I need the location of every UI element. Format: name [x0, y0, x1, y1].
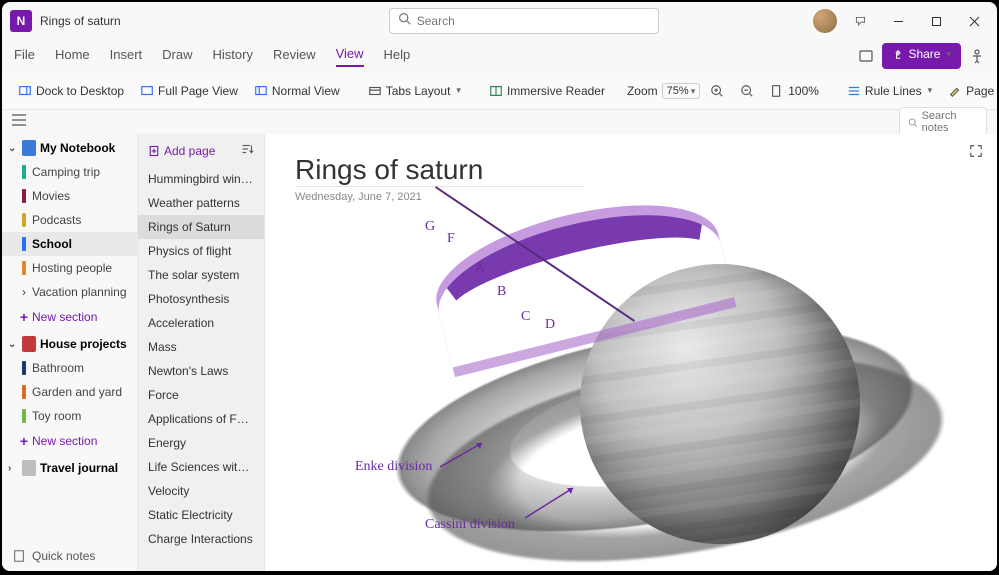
page-date: Wednesday, June 7, 2021: [295, 191, 967, 203]
page-item[interactable]: Mass: [138, 335, 264, 359]
main-content: ⌄My NotebookCamping tripMoviesPodcastsSc…: [2, 134, 997, 571]
notebook-sidebar: ⌄My NotebookCamping tripMoviesPodcastsSc…: [2, 134, 137, 571]
label-cassini: Cassini division: [425, 517, 515, 533]
menu-draw[interactable]: Draw: [162, 47, 192, 66]
add-page-button[interactable]: Add page: [148, 144, 215, 158]
maximize-button[interactable]: [921, 6, 951, 36]
label-c: C: [521, 309, 530, 325]
menu-home[interactable]: Home: [55, 47, 90, 66]
menu-history[interactable]: History: [213, 47, 253, 66]
immersive-reader-button[interactable]: Immersive Reader: [483, 80, 611, 102]
page-item[interactable]: Photosynthesis: [138, 287, 264, 311]
tabs-layout-button[interactable]: Tabs Layout▾: [362, 80, 467, 102]
page-item[interactable]: Static Electricity: [138, 503, 264, 527]
minimize-button[interactable]: [883, 6, 913, 36]
section-item[interactable]: Podcasts: [2, 208, 137, 232]
page-item[interactable]: Weather patterns: [138, 191, 264, 215]
label-enke: Enke division: [355, 459, 432, 475]
chevron-down-icon: ▾: [946, 49, 951, 64]
menu-bar: File Home Insert Draw History Review Vie…: [2, 40, 997, 72]
ribbon-view: Dock to Desktop Full Page View Normal Vi…: [2, 72, 997, 110]
saturn-drawing: G F A B C D Enke division Cassini divisi…: [345, 229, 965, 571]
section-item[interactable]: ›Vacation planning: [2, 280, 137, 304]
page-item[interactable]: Newton's Laws: [138, 359, 264, 383]
chevron-down-icon: ▾: [456, 85, 461, 96]
section-item[interactable]: School: [2, 232, 137, 256]
page-item[interactable]: Acceleration: [138, 311, 264, 335]
page-title[interactable]: Rings of saturn: [295, 154, 585, 187]
chevron-down-icon: ▾: [928, 85, 933, 96]
menu-file[interactable]: File: [14, 47, 35, 66]
quick-notes-button[interactable]: Quick notes: [2, 541, 137, 571]
zoom-percent[interactable]: 75%▾: [662, 83, 701, 99]
page-item[interactable]: Force: [138, 383, 264, 407]
notebook-header[interactable]: ⌄House projects: [2, 330, 137, 356]
user-avatar[interactable]: [813, 9, 837, 33]
section-item[interactable]: Movies: [2, 184, 137, 208]
share-button[interactable]: Share ▾: [882, 43, 961, 69]
close-button[interactable]: [959, 6, 989, 36]
new-section-button[interactable]: +New section: [2, 304, 137, 330]
rule-lines-button[interactable]: Rule Lines▾: [841, 80, 938, 102]
full-page-view-button[interactable]: Full Page View: [134, 80, 244, 102]
menu-insert[interactable]: Insert: [110, 47, 143, 66]
section-item[interactable]: Garden and yard: [2, 380, 137, 404]
page-item[interactable]: Charge Interactions: [138, 527, 264, 551]
search-notes-input[interactable]: Search notes: [899, 107, 987, 137]
dock-to-desktop-button[interactable]: Dock to Desktop: [12, 80, 130, 102]
util-row: Search notes: [2, 110, 997, 134]
label-b: B: [497, 284, 506, 300]
feed-icon[interactable]: [858, 48, 874, 64]
notebook-header[interactable]: ⌄My Notebook: [2, 134, 137, 160]
arrow-enke: [440, 439, 490, 469]
section-item[interactable]: Bathroom: [2, 356, 137, 380]
notebook-header[interactable]: ›Travel journal: [2, 454, 137, 480]
arrow-cassini: [525, 484, 580, 522]
section-item[interactable]: Toy room: [2, 404, 137, 428]
sort-pages-button[interactable]: [240, 142, 254, 159]
zoom-label: Zoom: [627, 84, 658, 98]
zoom-100-button[interactable]: 100%: [764, 80, 825, 102]
share-label: Share: [908, 47, 940, 65]
page-item[interactable]: Energy: [138, 431, 264, 455]
page-item[interactable]: Rings of Saturn: [138, 215, 264, 239]
normal-view-button[interactable]: Normal View: [248, 80, 346, 102]
pages-panel: Add page Hummingbird wing…Weather patter…: [137, 134, 265, 571]
page-item[interactable]: Hummingbird wing…: [138, 167, 264, 191]
menu-view[interactable]: View: [336, 46, 364, 67]
page-item[interactable]: The solar system: [138, 263, 264, 287]
section-item[interactable]: Hosting people: [2, 256, 137, 280]
page-canvas[interactable]: Rings of saturn Wednesday, June 7, 2021 …: [265, 134, 997, 571]
label-d: D: [545, 317, 555, 333]
accessibility-icon[interactable]: [969, 48, 985, 64]
new-section-button[interactable]: +New section: [2, 428, 137, 454]
nav-toggle-button[interactable]: [12, 113, 26, 131]
page-item[interactable]: Applications of Force: [138, 407, 264, 431]
page-item[interactable]: Velocity: [138, 479, 264, 503]
menu-help[interactable]: Help: [384, 47, 411, 66]
app-icon: N: [10, 10, 32, 32]
feedback-icon[interactable]: [845, 6, 875, 36]
search-input[interactable]: [417, 14, 650, 28]
label-a: A: [475, 261, 485, 277]
section-item[interactable]: Camping trip: [2, 160, 137, 184]
title-bar: N Rings of saturn: [2, 2, 997, 40]
search-bar[interactable]: [389, 8, 659, 34]
label-g: G: [425, 219, 435, 235]
page-item[interactable]: Life Sciences with Ene…: [138, 455, 264, 479]
window-title: Rings of saturn: [40, 14, 121, 28]
menu-review[interactable]: Review: [273, 47, 316, 66]
expand-page-button[interactable]: [969, 144, 983, 163]
page-color-button[interactable]: Page Color▾: [942, 80, 997, 102]
page-item[interactable]: Physics of flight: [138, 239, 264, 263]
search-icon: [398, 12, 411, 30]
zoom-out-button[interactable]: [734, 80, 760, 102]
label-f: F: [447, 231, 455, 247]
zoom-in-button[interactable]: [704, 80, 730, 102]
